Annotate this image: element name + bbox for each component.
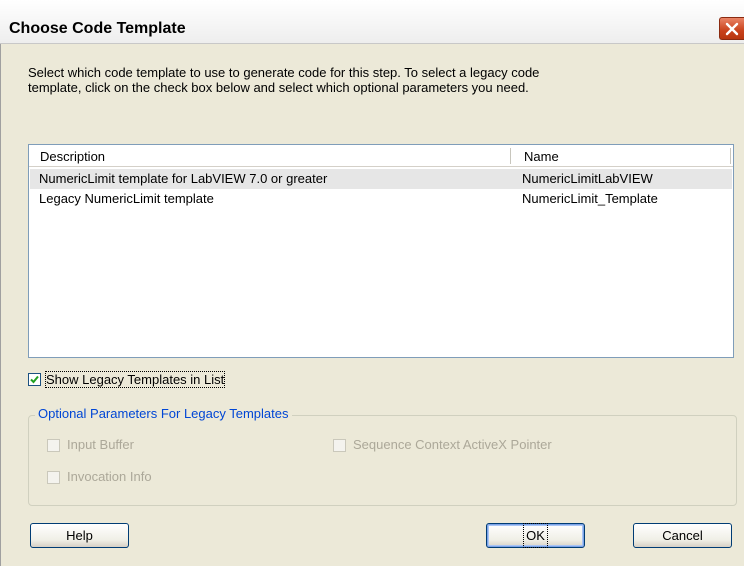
list-header: Description Name bbox=[29, 145, 733, 167]
title-bar: Choose Code Template bbox=[0, 0, 744, 44]
column-header-name[interactable]: Name bbox=[524, 149, 559, 164]
input-buffer-checkbox[interactable] bbox=[47, 439, 60, 452]
window-title: Choose Code Template bbox=[9, 20, 186, 37]
row-name: NumericLimit_Template bbox=[522, 191, 658, 206]
template-list[interactable]: Description Name NumericLimit template f… bbox=[28, 144, 734, 358]
optional-parameters-group bbox=[28, 415, 737, 506]
row-description: NumericLimit template for LabVIEW 7.0 or… bbox=[39, 171, 328, 186]
ok-button-label: OK bbox=[523, 523, 548, 548]
invocation-info-checkbox[interactable] bbox=[47, 471, 60, 484]
list-row[interactable]: NumericLimit template for LabVIEW 7.0 or… bbox=[30, 169, 732, 189]
column-separator[interactable] bbox=[730, 148, 731, 164]
sequence-context-label: Sequence Context ActiveX Pointer bbox=[353, 437, 552, 452]
row-description: Legacy NumericLimit template bbox=[39, 191, 214, 206]
column-header-description[interactable]: Description bbox=[40, 149, 105, 164]
sequence-context-checkbox[interactable] bbox=[333, 439, 346, 452]
show-legacy-label[interactable]: Show Legacy Templates in List bbox=[44, 371, 226, 388]
column-separator[interactable] bbox=[510, 148, 511, 164]
input-buffer-label: Input Buffer bbox=[67, 437, 134, 452]
instructions-text: Select which code template to use to gen… bbox=[28, 65, 668, 95]
invocation-info-label: Invocation Info bbox=[67, 469, 152, 484]
close-icon bbox=[725, 22, 739, 36]
cancel-button-label: Cancel bbox=[662, 528, 703, 543]
optional-parameters-legend: Optional Parameters For Legacy Templates bbox=[35, 406, 292, 421]
instructions-line-1: Select which code template to use to gen… bbox=[28, 65, 540, 80]
list-row[interactable]: Legacy NumericLimit template NumericLimi… bbox=[30, 189, 732, 209]
close-button[interactable] bbox=[719, 17, 744, 40]
help-button-label: Help bbox=[66, 528, 93, 543]
row-name: NumericLimitLabVIEW bbox=[522, 171, 653, 186]
show-legacy-checkbox[interactable] bbox=[28, 373, 41, 386]
checkmark-icon bbox=[30, 375, 39, 384]
instructions-line-2: template, click on the check box below a… bbox=[28, 80, 529, 95]
help-button[interactable]: Help bbox=[30, 523, 129, 548]
cancel-button[interactable]: Cancel bbox=[633, 523, 732, 548]
ok-button[interactable]: OK bbox=[486, 523, 585, 548]
